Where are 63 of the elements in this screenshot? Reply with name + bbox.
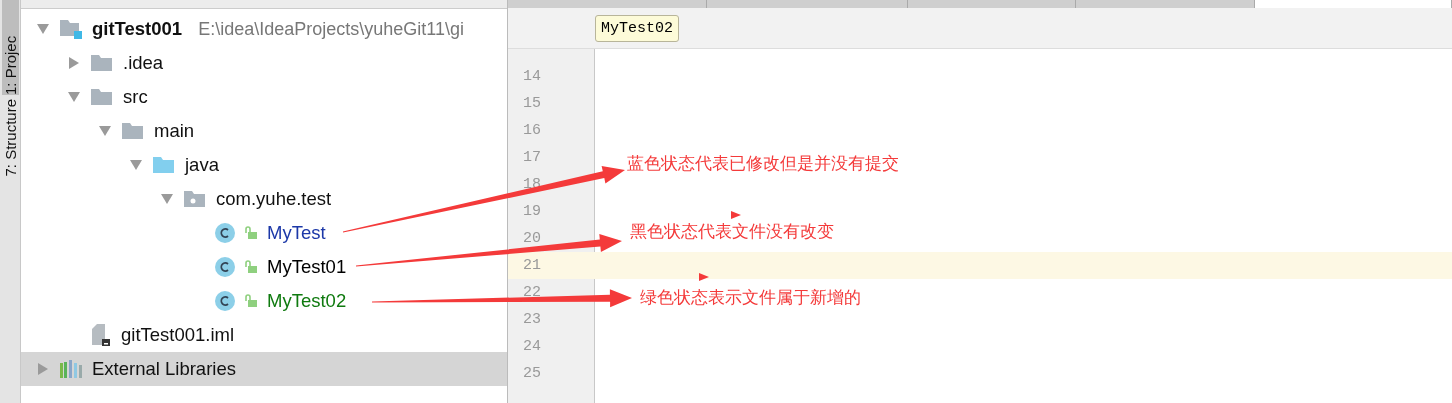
node-label: gitTest001 [92, 18, 183, 40]
tool-window-tab[interactable]: 7: Structure [1, 95, 19, 181]
line-number: 15 [522, 95, 542, 112]
package-icon [183, 189, 207, 209]
folder-icon [90, 87, 114, 107]
triangle-mark [731, 211, 741, 219]
tree-row[interactable]: gitTest001 E:\idea\IdeaProjects\yuheGit11\gi [21, 12, 507, 46]
tree-row[interactable]: .idea [21, 46, 507, 80]
tree-row[interactable]: gitTest001.iml [21, 318, 507, 352]
line-number: 22 [522, 284, 542, 301]
collapse-arrow-icon[interactable] [67, 91, 81, 103]
tool-window-tab[interactable]: 1: Projec [1, 0, 19, 95]
library-icon [59, 359, 83, 379]
node-label: main [154, 120, 195, 142]
lock-icon [244, 226, 258, 240]
collapse-arrow-icon[interactable] [160, 193, 174, 205]
collapse-arrow-icon[interactable] [129, 159, 143, 171]
module-path: E:\idea\IdeaProjects\yuheGit11\gi [198, 18, 464, 40]
annotation-text: 蓝色状态代表已修改但是并没有提交 [627, 153, 899, 175]
expand-arrow-icon[interactable] [68, 56, 80, 70]
node-label: MyTest01 [267, 256, 347, 278]
tree-row[interactable]: MyTest01 [21, 250, 507, 284]
annotation-text: 黑色状态代表文件没有改变 [630, 221, 834, 243]
line-number: 16 [522, 122, 542, 139]
class-icon [214, 290, 236, 312]
tree-row[interactable]: src [21, 80, 507, 114]
line-number: 24 [522, 338, 542, 355]
tree-row[interactable]: com.yuhe.test [21, 182, 507, 216]
triangle-mark [699, 273, 709, 281]
line-number: 19 [522, 203, 542, 220]
tree-row[interactable]: MyTest [21, 216, 507, 250]
line-number: 17 [522, 149, 542, 166]
tree-row[interactable]: MyTest02 [21, 284, 507, 318]
node-label: External Libraries [92, 358, 236, 380]
node-label: MyTest [267, 222, 326, 244]
tree-row[interactable]: External Libraries [21, 352, 507, 386]
expand-arrow-icon[interactable] [37, 362, 49, 376]
node-label: MyTest02 [267, 290, 347, 312]
tree-row[interactable]: main [21, 114, 507, 148]
class-icon [214, 256, 236, 278]
folder-icon [121, 121, 145, 141]
annotation-text: 绿色状态表示文件属于新增的 [640, 287, 861, 309]
folder-icon [90, 53, 114, 73]
lock-icon [244, 260, 258, 274]
collapse-arrow-icon[interactable] [36, 23, 50, 35]
collapse-arrow-icon[interactable] [98, 125, 112, 137]
tree-row[interactable]: java [21, 148, 507, 182]
node-label: .idea [123, 52, 164, 74]
module-folder-icon [59, 18, 83, 40]
tooltip: MyTest02 [595, 14, 679, 42]
line-number: 23 [522, 311, 542, 328]
class-icon [214, 222, 236, 244]
line-number: 21 [522, 257, 542, 274]
line-number: 14 [522, 68, 542, 85]
node-label: com.yuhe.test [216, 188, 332, 210]
line-number: 20 [522, 230, 542, 247]
line-number: 25 [522, 365, 542, 382]
file-icon [90, 323, 112, 347]
node-label: src [123, 86, 148, 108]
node-label: java [185, 154, 219, 176]
node-label: gitTest001.iml [121, 324, 235, 346]
folder-icon [152, 155, 176, 175]
lock-icon [244, 294, 258, 308]
